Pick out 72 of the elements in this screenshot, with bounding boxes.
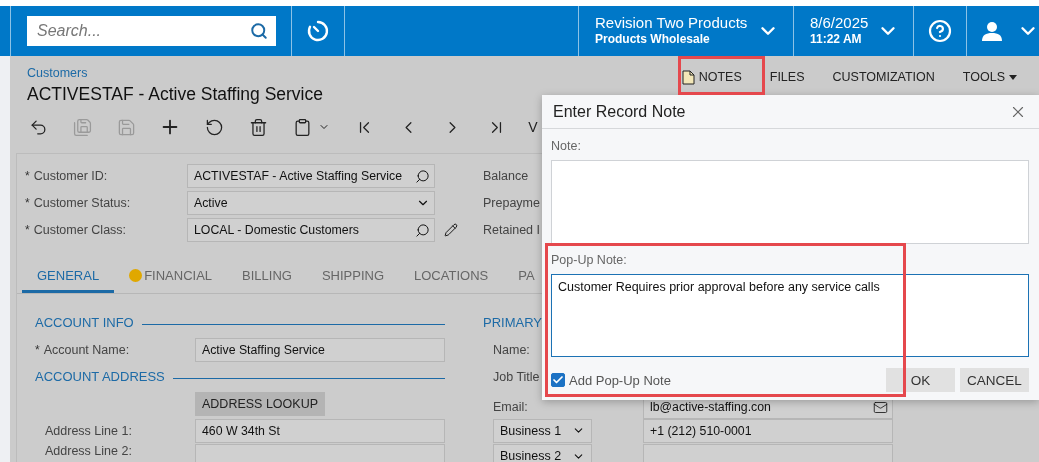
required-mark: * (35, 342, 40, 357)
tab[interactable]: GENERAL (22, 260, 115, 293)
field-label: Name: (493, 342, 530, 357)
company-name: Revision Two Products (595, 15, 748, 31)
required-mark: * (25, 223, 30, 237)
required-mark: * (25, 169, 30, 183)
field-label: Customer Class: (33, 223, 127, 237)
tab[interactable]: PA (503, 260, 550, 293)
user-icon[interactable] (981, 21, 1003, 41)
mail-icon[interactable] (873, 399, 888, 415)
field-label: Customer Status: (33, 196, 131, 210)
popup-note-textarea[interactable]: Customer Requires prior approval before any service calls (551, 274, 1029, 357)
caret-icon (1009, 74, 1017, 80)
tab[interactable]: BILLING (227, 260, 307, 293)
required-mark: * (25, 196, 30, 210)
field-label: Address Line 1: (45, 423, 132, 438)
recent-button[interactable] (306, 19, 330, 43)
timer-icon (306, 19, 330, 43)
dialog-title: Enter Record Note (553, 102, 686, 121)
status-select[interactable]: Active (187, 191, 435, 215)
section-title: ACCOUNT ADDRESS (35, 369, 165, 384)
field-label: Address Line 2: (45, 444, 132, 458)
ok-button[interactable]: OK (886, 368, 955, 392)
checkbox[interactable] (551, 373, 565, 387)
field-label: Note: (551, 139, 582, 155)
business-time: 11:22 AM (810, 31, 863, 47)
tools-menu-button[interactable]: TOOLS (948, 67, 1031, 87)
search-icon (415, 168, 430, 184)
help-icon (928, 19, 952, 43)
lookup-field[interactable]: LOCAL - Domestic Customers (187, 218, 435, 242)
tab[interactable]: SHIPPING (306, 260, 400, 293)
toolbar-text-button[interactable]: V (518, 113, 548, 141)
field-label: Prepayme (483, 196, 541, 210)
search-icon (250, 22, 268, 40)
field-label: Account Name: (43, 342, 130, 357)
checkbox-label: Add Pop-Up Note (569, 372, 671, 388)
text-field[interactable]: 460 W 34th St (195, 418, 445, 443)
note-icon (681, 69, 695, 85)
tab[interactable]: LOCATIONS (399, 260, 504, 293)
phone-type-select[interactable]: Business 2 (493, 444, 592, 462)
branch-name: Products Wholesale (595, 31, 711, 47)
phone-field[interactable] (643, 444, 893, 462)
field-label: Job Title (493, 369, 540, 384)
save-close-icon (72, 117, 92, 137)
section-title: PRIMARY (483, 315, 542, 330)
tab[interactable]: FINANCIAL (114, 260, 228, 293)
trash-icon (248, 117, 268, 137)
pencil-icon[interactable] (444, 223, 458, 237)
save-icon (116, 117, 136, 137)
phone-type-select[interactable]: Business 1 (493, 418, 592, 443)
address-lookup-button[interactable]: ADDRESS LOOKUP (195, 391, 325, 416)
action-button[interactable]: FILES (755, 67, 819, 87)
undo-icon (204, 117, 224, 137)
action-button[interactable]: CUSTOMIZATION (818, 67, 949, 87)
cancel-button[interactable]: CANCEL (960, 368, 1029, 392)
section-title: ACCOUNT INFO (35, 315, 134, 330)
lookup-field[interactable]: ACTIVESTAF - Active Staffing Service (187, 164, 435, 188)
field-label: Retained I (483, 223, 541, 237)
text-field[interactable]: Active Staffing Service (195, 337, 445, 362)
search-field[interactable]: Search... (27, 16, 276, 46)
help-button[interactable] (928, 19, 952, 43)
field-label: Customer ID: (33, 169, 108, 183)
field-label: Pop-Up Note: (551, 253, 628, 269)
field-label: Email: (493, 400, 528, 414)
search-icon (415, 222, 430, 238)
breadcrumb-link[interactable]: Customers (27, 66, 88, 81)
text-field[interactable] (195, 444, 445, 462)
phone-field[interactable]: +1 (212) 510-0001 (643, 418, 893, 443)
business-date: 8/6/2025 (810, 15, 869, 31)
page-title: ACTIVESTAF - Active Staffing Service (27, 84, 323, 105)
field-label: Balance (483, 169, 530, 183)
notes-button[interactable]: NOTES (667, 67, 756, 87)
